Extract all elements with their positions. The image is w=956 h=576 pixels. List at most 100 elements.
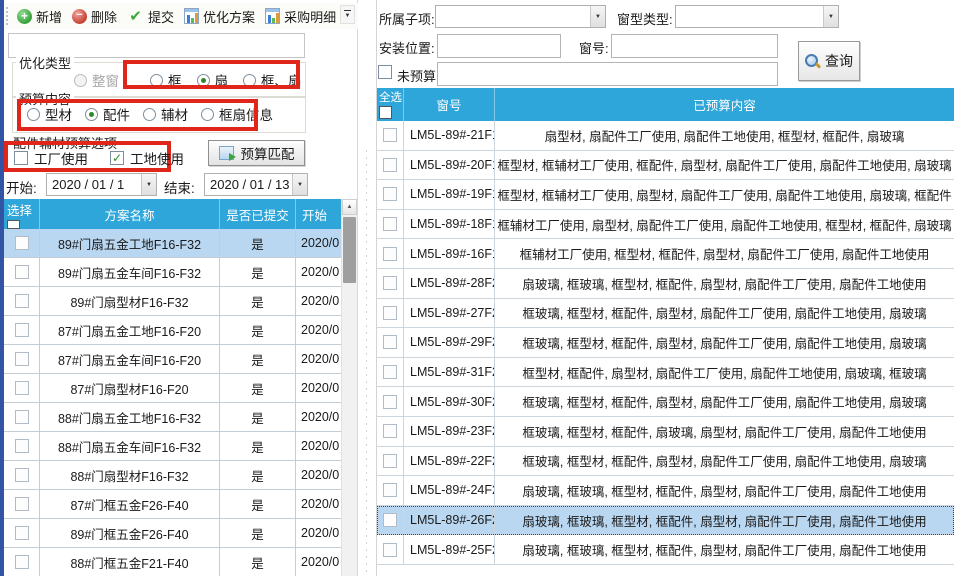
radio-option[interactable]: 整窗 (74, 70, 119, 90)
window-row-checkbox[interactable] (383, 128, 397, 142)
window-type-combobox[interactable]: ▼ (675, 5, 839, 28)
plan-table-scrollbar[interactable]: ▲ (341, 199, 357, 576)
window-row-checkbox[interactable] (383, 247, 397, 261)
radio-option[interactable]: 框扇信息 (201, 104, 273, 124)
budget-match-button[interactable]: 预算匹配 (208, 140, 305, 166)
radio-option[interactable]: 扇 (197, 70, 229, 90)
checkbox-icon[interactable]: ✓ (110, 151, 124, 165)
radio-option[interactable]: 型材 (27, 104, 72, 124)
plan-header-submitted[interactable]: 是否已提交 (220, 199, 296, 229)
plan-row-checkbox[interactable] (15, 381, 29, 395)
plan-table-row[interactable]: 88#门扇五金工地F16-F32是2020/0 (4, 403, 341, 432)
sub-item-dropdown-button[interactable]: ▼ (590, 6, 605, 27)
window-row-checkbox[interactable] (383, 543, 397, 557)
window-table-row[interactable]: LM5L-89#-25F23扇玻璃, 框玻璃, 框型材, 框配件, 扇型材, 扇… (377, 535, 954, 565)
window-header-no[interactable]: 窗号 (404, 88, 495, 121)
radio-option[interactable]: 框、扇 (243, 70, 302, 90)
install-position-input[interactable] (437, 34, 561, 58)
plan-row-select-cell (4, 461, 40, 489)
window-row-checkbox[interactable] (383, 187, 397, 201)
window-table-row[interactable]: LM5L-89#-19F17框型材, 框辅材工厂使用, 扇型材, 扇配件工厂使用… (377, 180, 954, 210)
window-table-row[interactable]: LM5L-89#-20F18框型材, 框辅材工厂使用, 框配件, 扇型材, 扇配… (377, 151, 954, 181)
budgeted-content-cell: 框玻璃, 框型材, 框配件, 扇型材, 扇配件工厂使用, 扇配件工地使用, 扇玻… (495, 447, 954, 476)
usage-checkbox-item[interactable]: ✓工地使用 (110, 148, 184, 168)
radio-option[interactable]: 配件 (85, 104, 130, 124)
usage-checkbox-item[interactable]: 工厂使用 (14, 148, 88, 168)
window-table-row[interactable]: LM5L-89#-27F25框玻璃, 框型材, 框配件, 扇型材, 扇配件工厂使… (377, 299, 954, 329)
submit-button[interactable]: ✔ 提交 (122, 5, 179, 28)
not-budgeted-input[interactable] (437, 62, 778, 86)
plan-table-row[interactable]: 89#门扇型材F16-F32是2020/0 (4, 287, 341, 316)
optimize-plan-button[interactable]: 优化方案 (179, 5, 260, 28)
plan-row-checkbox[interactable] (15, 294, 29, 308)
plan-row-checkbox[interactable] (15, 497, 29, 511)
window-row-checkbox[interactable] (383, 513, 397, 527)
plan-row-checkbox[interactable] (15, 265, 29, 279)
plan-row-checkbox[interactable] (15, 468, 29, 482)
plan-table-row[interactable]: 88#门框五金F21-F40是2020/0 (4, 548, 341, 576)
end-date-picker[interactable]: 2020 / 01 / 13 ▼ (204, 173, 308, 196)
window-table-row[interactable]: LM5L-89#-18F16框辅材工厂使用, 扇型材, 扇配件工厂使用, 扇配件… (377, 210, 954, 240)
scrollbar-thumb[interactable] (343, 217, 356, 283)
window-table-row[interactable]: LM5L-89#-24F22扇玻璃, 框玻璃, 框型材, 框配件, 扇型材, 扇… (377, 476, 954, 506)
add-button[interactable]: + 新增 (12, 5, 67, 28)
panel-splitter[interactable] (358, 0, 376, 576)
window-row-checkbox[interactable] (383, 424, 397, 438)
delete-button[interactable]: − 删除 (67, 5, 122, 28)
toolbar-overflow-button[interactable]: ▼ (340, 5, 355, 24)
window-row-checkbox[interactable] (383, 335, 397, 349)
plan-table-row[interactable]: 89#门框五金F26-F40是2020/0 (4, 519, 341, 548)
radio-option[interactable]: 框 (150, 70, 182, 90)
sub-item-combobox[interactable]: ▼ (435, 5, 606, 28)
plan-table-row[interactable]: 89#门扇五金车间F16-F32是2020/0 (4, 258, 341, 287)
end-date-dropdown-button[interactable]: ▼ (292, 174, 307, 195)
plan-row-checkbox[interactable] (15, 555, 29, 569)
plan-table-row[interactable]: 87#门扇五金工地F16-F20是2020/0 (4, 316, 341, 345)
plan-table-row[interactable]: 87#门扇型材F16-F20是2020/0 (4, 374, 341, 403)
select-all-plans-checkbox[interactable] (7, 220, 20, 229)
plan-table-row[interactable]: 88#门扇五金车间F16-F32是2020/0 (4, 432, 341, 461)
window-table-row[interactable]: LM5L-89#-26F24扇玻璃, 框玻璃, 框型材, 框配件, 扇型材, 扇… (377, 506, 954, 536)
plan-table-row[interactable]: 89#门扇五金工地F16-F32是2020/0 (4, 229, 341, 258)
window-table-row[interactable]: LM5L-89#-28F26扇玻璃, 框玻璃, 框型材, 框配件, 扇型材, 扇… (377, 269, 954, 299)
not-budgeted-checkbox[interactable] (378, 65, 392, 79)
checkbox-icon[interactable] (14, 151, 28, 165)
window-row-checkbox[interactable] (383, 276, 397, 290)
scrollbar-up-button[interactable]: ▲ (342, 199, 357, 215)
plan-row-checkbox[interactable] (15, 410, 29, 424)
plan-table-row[interactable]: 88#门扇型材F16-F32是2020/0 (4, 461, 341, 490)
window-no-input[interactable] (611, 34, 778, 58)
start-date-dropdown-button[interactable]: ▼ (141, 174, 156, 195)
window-table-row[interactable]: LM5L-89#-23F21框玻璃, 框型材, 框配件, 扇玻璃, 扇型材, 扇… (377, 417, 954, 447)
window-table-row[interactable]: LM5L-89#-29F27框玻璃, 框型材, 框配件, 扇型材, 扇配件工厂使… (377, 328, 954, 358)
plan-row-checkbox[interactable] (15, 236, 29, 250)
radio-option[interactable]: 辅材 (143, 104, 188, 124)
window-row-checkbox[interactable] (383, 454, 397, 468)
window-row-select-cell (377, 239, 404, 268)
plan-row-checkbox[interactable] (15, 323, 29, 337)
window-row-checkbox[interactable] (383, 158, 397, 172)
window-table-row[interactable]: LM5L-89#-31F29框型材, 框配件, 扇型材, 扇配件工厂使用, 扇配… (377, 358, 954, 388)
query-button[interactable]: 查询 (798, 41, 860, 81)
window-row-checkbox[interactable] (383, 365, 397, 379)
start-date-picker[interactable]: 2020 / 01 / 1 ▼ (46, 173, 157, 196)
plan-row-checkbox[interactable] (15, 352, 29, 366)
window-table-row[interactable]: LM5L-89#-30F28框玻璃, 框型材, 框配件, 扇型材, 扇配件工厂使… (377, 387, 954, 417)
plan-row-checkbox[interactable] (15, 526, 29, 540)
window-table-row[interactable]: LM5L-89#-16F15框辅材工厂使用, 框型材, 框配件, 扇型材, 扇配… (377, 239, 954, 269)
plan-header-start[interactable]: 开始 (296, 199, 341, 229)
window-row-checkbox[interactable] (383, 395, 397, 409)
window-table-row[interactable]: LM5L-89#-22F20框玻璃, 框型材, 框配件, 扇型材, 扇配件工厂使… (377, 447, 954, 477)
plan-table-row[interactable]: 87#门扇五金车间F16-F20是2020/0 (4, 345, 341, 374)
window-row-checkbox[interactable] (383, 483, 397, 497)
select-all-windows-checkbox[interactable] (379, 106, 392, 119)
toolbar-grip[interactable] (6, 7, 8, 25)
window-header-content[interactable]: 已预算内容 (495, 88, 954, 121)
plan-table-row[interactable]: 87#门框五金F26-F40是2020/0 (4, 490, 341, 519)
window-type-dropdown-button[interactable]: ▼ (823, 6, 838, 27)
plan-row-checkbox[interactable] (15, 439, 29, 453)
plan-header-name[interactable]: 方案名称 (40, 199, 220, 229)
window-row-checkbox[interactable] (383, 217, 397, 231)
window-table-row[interactable]: LM5L-89#-21F19扇型材, 扇配件工厂使用, 扇配件工地使用, 框型材… (377, 121, 954, 151)
window-row-checkbox[interactable] (383, 306, 397, 320)
